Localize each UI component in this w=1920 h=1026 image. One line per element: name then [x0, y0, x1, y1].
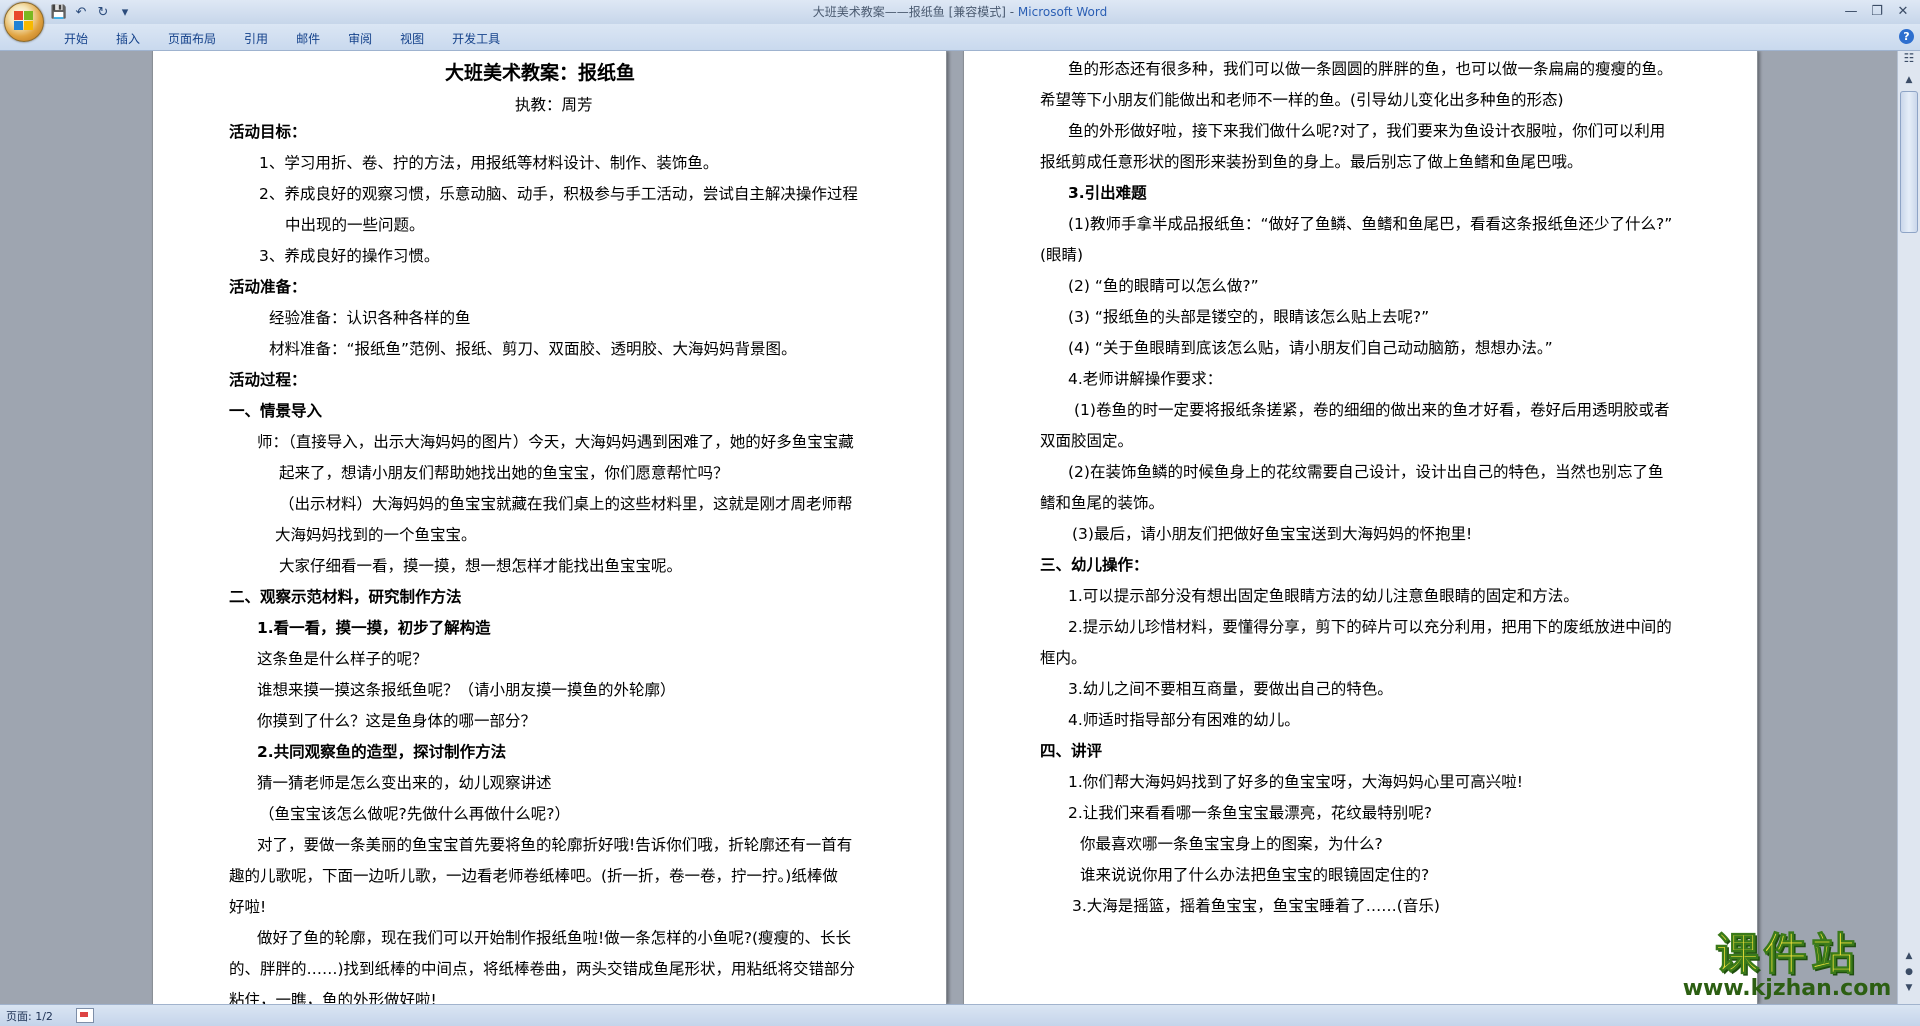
close-icon[interactable]: ✕ — [1890, 0, 1916, 22]
ribbon: 开始 插入 页面布局 引用 邮件 审阅 视图 开发工具 ? — [0, 24, 1920, 51]
paragraph-line: (2)在装饰鱼鳞的时候鱼身上的花纹需要自己设计，设计出自己的特色，当然也别忘了鱼 — [1068, 463, 1664, 481]
title-bar: 💾 ↶ ↻ ▾ 大班美术教案——报纸鱼 [兼容模式] - Microsoft W… — [0, 0, 1920, 42]
paragraph-line: (1)教师手拿半成品报纸鱼：“做好了鱼鳞、鱼鳍和鱼尾巴，看看这条报纸鱼还少了什么… — [1068, 215, 1673, 233]
tab-insert[interactable]: 插入 — [102, 28, 154, 49]
paragraph-line: 这条鱼是什么样子的呢？ — [257, 650, 428, 668]
section-heading: 四、讲评 — [1040, 742, 1103, 760]
tab-mailings[interactable]: 邮件 — [282, 28, 334, 49]
document-workspace: 大班美术教案：报纸鱼 执教：周芳 活动目标： 1、学习用折、卷、拧的方法，用报纸… — [0, 51, 1898, 1004]
section-heading: 三、幼儿操作： — [1040, 556, 1149, 574]
ribbon-tabs: 开始 插入 页面布局 引用 邮件 审阅 视图 开发工具 — [50, 28, 514, 49]
paragraph-line: 谁想来摸一摸这条报纸鱼呢？（请小朋友摸一摸鱼的外轮廓） — [257, 681, 676, 699]
paragraph-line: 大海妈妈找到的一个鱼宝宝。 — [275, 526, 477, 544]
paragraph-line: 的、胖胖的……)找到纸棒的中间点，将纸棒卷曲，两头交错成鱼尾形状，用粘纸将交错部… — [229, 960, 856, 978]
paragraph-line: （出示材料）大海妈妈的鱼宝宝就藏在我们桌上的这些材料里，这就是刚才周老师帮 — [279, 495, 853, 513]
watermark-url: www.kjzhan.com — [1682, 976, 1892, 1001]
status-bar: 页面: 1/2 — [0, 1004, 1920, 1026]
paragraph-line: 做好了鱼的轮廓，现在我们可以开始制作报纸鱼啦!做一条怎样的小鱼呢?(瘦瘦的、长长 — [257, 929, 851, 947]
window-controls: — ❐ ✕ — [1838, 0, 1916, 22]
browse-object-icon[interactable]: ● — [1901, 967, 1917, 981]
office-logo-icon — [14, 11, 34, 31]
paragraph-line: 2.提示幼儿珍惜材料，要懂得分享，剪下的碎片可以充分利用，把用下的废纸放进中间的 — [1068, 618, 1672, 636]
paragraph-line: 3.大海是摇篮，摇着鱼宝宝，鱼宝宝睡着了……(音乐) — [1072, 897, 1440, 915]
paragraph-line: (3)最后，请小朋友们把做好鱼宝宝送到大海妈妈的怀抱里! — [1072, 525, 1473, 543]
watermark: 课件站 www.kjzhan.com — [1672, 918, 1902, 1002]
subsection-heading: 1.看一看，摸一摸，初步了解构造 — [257, 619, 491, 637]
paragraph-line: 大家仔细看一看，摸一摸，想一想怎样才能找出鱼宝宝呢。 — [279, 557, 683, 575]
paragraph-line: (1)卷鱼的时一定要将报纸条搓紧，卷的细细的做出来的鱼才好看，卷好后用透明胶或者 — [1074, 401, 1670, 419]
proofing-icon[interactable] — [76, 1008, 94, 1023]
tab-references[interactable]: 引用 — [230, 28, 282, 49]
paragraph-line: 2、养成良好的观察习惯，乐意动脑、动手，积极参与手工活动，尝试自主解决操作过程 — [259, 185, 858, 203]
paragraph-line: 3.幼儿之间不要相互商量，要做出自己的特色。 — [1068, 680, 1393, 698]
paragraph-line: (4) “关于鱼眼睛到底该怎么贴，请小朋友们自己动动脑筋，想想办法。” — [1068, 339, 1553, 357]
paragraph-line: 好啦! — [229, 898, 267, 916]
paragraph-line: 经验准备：认识各种各样的鱼 — [269, 309, 471, 327]
section-heading: 一、情景导入 — [229, 402, 323, 420]
section-heading: 活动准备： — [229, 278, 307, 296]
vertical-scrollbar[interactable]: ▲ ▲ ● ▼ — [1897, 51, 1920, 1004]
paragraph-line: 对了，要做一条美丽的鱼宝宝首先要将鱼的轮廓折好哦!告诉你们哦，折轮廓还有一首有 — [257, 836, 853, 854]
section-heading: 活动过程： — [229, 371, 307, 389]
paragraph-line: 报纸剪成任意形状的图形来装扮到鱼的身上。最后别忘了做上鱼鳍和鱼尾巴哦。 — [1040, 153, 1583, 171]
paragraph-line: (2) “鱼的眼睛可以怎么做?” — [1068, 277, 1259, 295]
app-name: Microsoft Word — [1017, 5, 1108, 19]
subsection-heading: 2.共同观察鱼的造型，探讨制作方法 — [257, 743, 507, 761]
paragraph-line: 1.你们帮大海妈妈找到了好多的鱼宝宝呀，大海妈妈心里可高兴啦! — [1068, 773, 1524, 791]
next-page-icon[interactable]: ▼ — [1901, 983, 1917, 997]
paragraph-line: 你摸到了什么？这是鱼身体的哪一部分？ — [257, 712, 537, 730]
paragraph-line: 起来了，想请小朋友们帮助她找出她的鱼宝宝，你们愿意帮忙吗？ — [279, 464, 729, 482]
restore-icon[interactable]: ❐ — [1864, 0, 1890, 22]
paragraph-line: （鱼宝宝该怎么做呢?先做什么再做什么呢?） — [259, 805, 570, 823]
paragraph-line: 猜一猜老师是怎么变出来的，幼儿观察讲述 — [257, 774, 552, 792]
paragraph-line: 4.师适时指导部分有困难的幼儿。 — [1068, 711, 1300, 729]
document-page-1[interactable]: 大班美术教案：报纸鱼 执教：周芳 活动目标： 1、学习用折、卷、拧的方法，用报纸… — [152, 51, 947, 1004]
paragraph-line: 趣的儿歌呢，下面一边听儿歌，一边看老师卷纸棒吧。(折一折，卷一卷，拧一拧。)纸棒… — [229, 867, 838, 885]
doc-author: 执教：周芳 — [515, 96, 593, 114]
paragraph-line: 2.让我们来看看哪一条鱼宝宝最漂亮，花纹最特别呢? — [1068, 804, 1433, 822]
paragraph-line: 框内。 — [1040, 649, 1087, 667]
watermark-brand: 课件站 — [1715, 929, 1859, 981]
paragraph-line: 师：（直接导入，出示大海妈妈的图片）今天，大海妈妈遇到困难了，她的好多鱼宝宝藏 — [257, 433, 854, 451]
paragraph-line: 1.可以提示部分没有想出固定鱼眼睛方法的幼儿注意鱼眼睛的固定和方法。 — [1068, 587, 1579, 605]
tab-view[interactable]: 视图 — [386, 28, 438, 49]
paragraph-line: 中出现的一些问题。 — [285, 216, 425, 234]
section-heading: 活动目标： — [229, 123, 307, 141]
page-indicator[interactable]: 页面: 1/2 — [6, 1008, 53, 1024]
paragraph-line: (眼睛) — [1040, 246, 1084, 264]
help-icon[interactable]: ? — [1899, 29, 1914, 44]
tab-developer[interactable]: 开发工具 — [438, 28, 514, 49]
tab-review[interactable]: 审阅 — [334, 28, 386, 49]
paragraph-line: 粘住，一瞧，鱼的外形做好啦! — [229, 991, 437, 1004]
paragraph-line: 你最喜欢哪一条鱼宝宝身上的图案，为什么? — [1080, 835, 1383, 853]
subsection-heading: 3.引出难题 — [1068, 184, 1147, 202]
paragraph-line: 鱼的外形做好啦，接下来我们做什么呢?对了，我们要来为鱼设计衣服啦，你们可以利用 — [1068, 122, 1666, 140]
document-title: 大班美术教案——报纸鱼 [兼容模式] - — [812, 5, 1018, 19]
paragraph-line: 鳍和鱼尾的装饰。 — [1040, 494, 1165, 512]
paragraph-line: 1、学习用折、卷、拧的方法，用报纸等材料设计、制作、装饰鱼。 — [259, 154, 719, 172]
paragraph-line: 4.老师讲解操作要求： — [1068, 370, 1223, 388]
tab-home[interactable]: 开始 — [50, 28, 102, 49]
paragraph-line: 3、养成良好的操作习惯。 — [259, 247, 440, 265]
minimize-icon[interactable]: — — [1838, 0, 1864, 22]
paragraph-line: 鱼的形态还有很多种，我们可以做一条圆圆的胖胖的鱼，也可以做一条扁扁的瘦瘦的鱼。 — [1068, 60, 1673, 78]
scrollbar-thumb[interactable] — [1900, 91, 1918, 233]
document-page-2[interactable]: 鱼的形态还有很多种，我们可以做一条圆圆的胖胖的鱼，也可以做一条扁扁的瘦瘦的鱼。 … — [963, 51, 1758, 1004]
doc-title: 大班美术教案：报纸鱼 — [445, 62, 636, 84]
paragraph-line: 双面胶固定。 — [1040, 432, 1134, 450]
ruler-toggle-icon[interactable]: ☷ — [1899, 51, 1919, 69]
paragraph-line: (3) “报纸鱼的头部是镂空的，眼睛该怎么贴上去呢?” — [1068, 308, 1430, 326]
section-heading: 二、观察示范材料，研究制作方法 — [229, 588, 462, 606]
paragraph-line: 谁来说说你用了什么办法把鱼宝宝的眼镜固定住的? — [1080, 866, 1430, 884]
paragraph-line: 希望等下小朋友们能做出和老师不一样的鱼。(引导幼儿变化出多种鱼的形态) — [1040, 91, 1564, 109]
tab-page-layout[interactable]: 页面布局 — [154, 28, 230, 49]
office-button[interactable] — [4, 2, 44, 42]
window-title: 大班美术教案——报纸鱼 [兼容模式] - Microsoft Word — [0, 3, 1920, 20]
prev-page-icon[interactable]: ▲ — [1901, 951, 1917, 965]
scroll-up-icon[interactable]: ▲ — [1901, 75, 1917, 89]
paragraph-line: 材料准备：“报纸鱼”范例、报纸、剪刀、双面胶、透明胶、大海妈妈背景图。 — [269, 340, 797, 358]
